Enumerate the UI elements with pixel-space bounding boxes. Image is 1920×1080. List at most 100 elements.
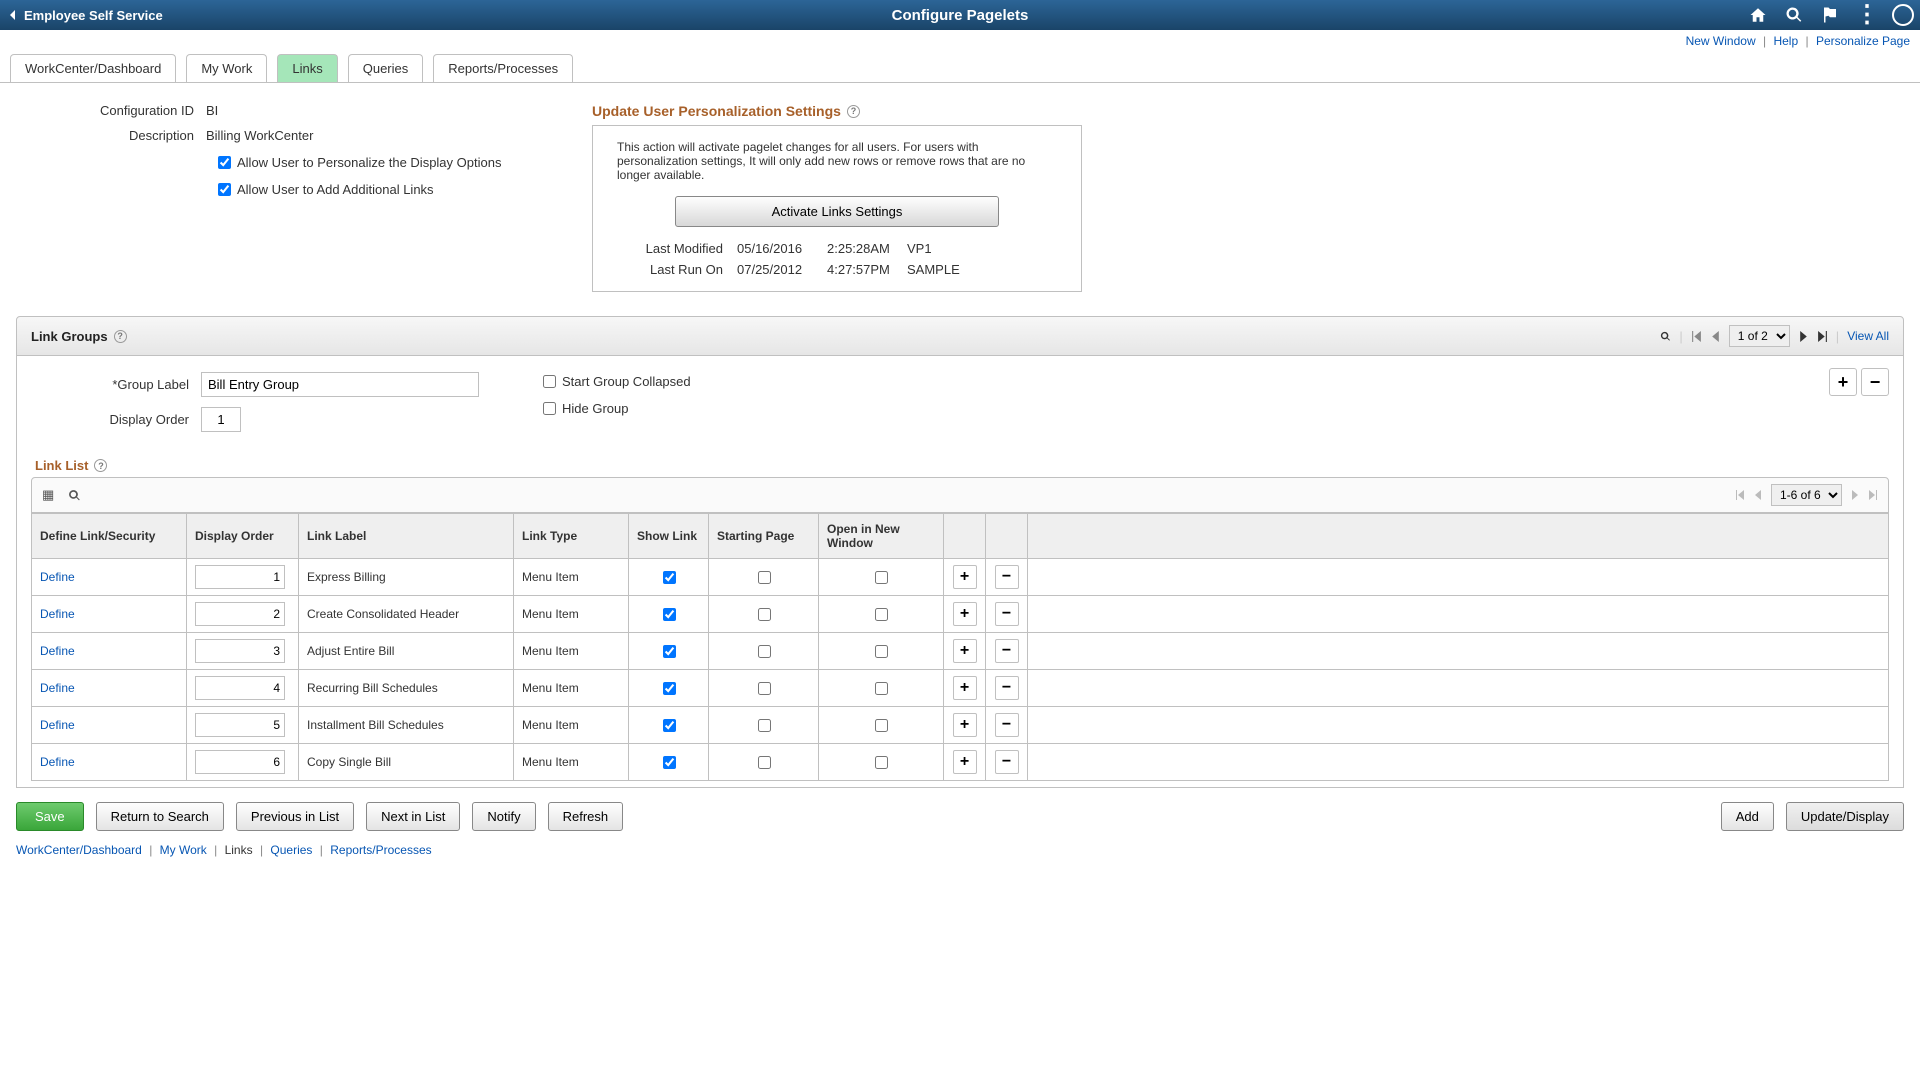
search-icon[interactable] [1660, 331, 1671, 342]
order-input[interactable] [195, 565, 285, 589]
remove-row-button[interactable]: − [995, 602, 1019, 626]
save-button[interactable]: Save [16, 802, 84, 831]
order-input[interactable] [195, 676, 285, 700]
menu-icon[interactable]: ⋮ [1856, 5, 1876, 25]
new-window-link[interactable]: New Window [1686, 34, 1756, 48]
search-icon[interactable] [1784, 5, 1804, 25]
new-window-checkbox[interactable] [875, 719, 888, 732]
refresh-button[interactable]: Refresh [548, 802, 624, 831]
last-icon[interactable] [1868, 490, 1878, 500]
show-link-checkbox[interactable] [663, 645, 676, 658]
add-row-button[interactable]: + [953, 639, 977, 663]
start-collapsed-checkbox[interactable] [543, 375, 556, 388]
notify-button[interactable]: Notify [472, 802, 535, 831]
allow-personalize-checkbox[interactable] [218, 156, 231, 169]
define-link[interactable]: Define [40, 570, 75, 584]
tab-links[interactable]: Links [277, 54, 337, 82]
col-label: Link Label [299, 514, 514, 559]
new-window-checkbox[interactable] [875, 756, 888, 769]
help-icon[interactable]: ? [94, 459, 107, 472]
last-icon[interactable] [1817, 331, 1828, 342]
display-order-input[interactable] [201, 407, 241, 432]
list-pager[interactable]: 1-6 of 6 [1771, 484, 1842, 506]
help-icon[interactable]: ? [114, 330, 127, 343]
remove-row-button[interactable]: − [995, 639, 1019, 663]
show-link-checkbox[interactable] [663, 608, 676, 621]
bc-workcenter[interactable]: WorkCenter/Dashboard [16, 843, 142, 857]
order-input[interactable] [195, 750, 285, 774]
add-row-button[interactable]: + [953, 565, 977, 589]
previous-button[interactable]: Previous in List [236, 802, 354, 831]
prev-icon[interactable] [1753, 490, 1763, 500]
back-nav[interactable]: Employee Self Service [8, 8, 163, 23]
tab-queries[interactable]: Queries [348, 54, 424, 82]
starting-page-checkbox[interactable] [758, 682, 771, 695]
define-link[interactable]: Define [40, 607, 75, 621]
remove-row-button[interactable]: − [995, 565, 1019, 589]
show-link-checkbox[interactable] [663, 682, 676, 695]
add-button[interactable]: Add [1721, 802, 1774, 831]
help-icon[interactable]: ? [847, 105, 860, 118]
profile-icon[interactable] [1892, 4, 1914, 26]
update-display-button[interactable]: Update/Display [1786, 802, 1904, 831]
starting-page-checkbox[interactable] [758, 756, 771, 769]
help-link[interactable]: Help [1773, 34, 1798, 48]
add-row-button[interactable]: + [953, 750, 977, 774]
bc-queries[interactable]: Queries [270, 843, 312, 857]
tab-reports[interactable]: Reports/Processes [433, 54, 573, 82]
bc-mywork[interactable]: My Work [160, 843, 207, 857]
col-define: Define Link/Security [32, 514, 187, 559]
search-icon[interactable] [68, 489, 81, 502]
next-icon[interactable] [1798, 331, 1809, 342]
col-type: Link Type [514, 514, 629, 559]
remove-row-button[interactable]: − [995, 750, 1019, 774]
first-icon[interactable] [1691, 331, 1702, 342]
table-row: DefineExpress BillingMenu Item+− [32, 559, 1889, 596]
add-row-button[interactable]: + [953, 602, 977, 626]
bc-reports[interactable]: Reports/Processes [330, 843, 431, 857]
remove-group-button[interactable]: − [1861, 368, 1889, 396]
activate-links-button[interactable]: Activate Links Settings [675, 196, 999, 227]
define-link[interactable]: Define [40, 681, 75, 695]
prev-icon[interactable] [1710, 331, 1721, 342]
order-input[interactable] [195, 639, 285, 663]
hide-group-checkbox[interactable] [543, 402, 556, 415]
new-window-checkbox[interactable] [875, 682, 888, 695]
tab-mywork[interactable]: My Work [186, 54, 267, 82]
remove-row-button[interactable]: − [995, 713, 1019, 737]
first-icon[interactable] [1735, 490, 1745, 500]
show-link-checkbox[interactable] [663, 571, 676, 584]
tab-workcenter[interactable]: WorkCenter/Dashboard [10, 54, 176, 82]
define-link[interactable]: Define [40, 718, 75, 732]
next-icon[interactable] [1850, 490, 1860, 500]
new-window-checkbox[interactable] [875, 608, 888, 621]
flag-icon[interactable] [1820, 5, 1840, 25]
view-all-link[interactable]: View All [1847, 329, 1889, 343]
starting-page-checkbox[interactable] [758, 571, 771, 584]
starting-page-checkbox[interactable] [758, 645, 771, 658]
add-row-button[interactable]: + [953, 713, 977, 737]
remove-row-button[interactable]: − [995, 676, 1019, 700]
starting-page-checkbox[interactable] [758, 719, 771, 732]
show-link-checkbox[interactable] [663, 756, 676, 769]
table-row: DefineAdjust Entire BillMenu Item+− [32, 633, 1889, 670]
personalize-page-link[interactable]: Personalize Page [1816, 34, 1910, 48]
order-input[interactable] [195, 713, 285, 737]
add-group-button[interactable]: + [1829, 368, 1857, 396]
allow-addlinks-checkbox[interactable] [218, 183, 231, 196]
next-button[interactable]: Next in List [366, 802, 460, 831]
home-icon[interactable] [1748, 5, 1768, 25]
show-link-checkbox[interactable] [663, 719, 676, 732]
group-label-input[interactable] [201, 372, 479, 397]
add-row-button[interactable]: + [953, 676, 977, 700]
starting-page-checkbox[interactable] [758, 608, 771, 621]
grid-settings-icon[interactable]: ▦ [42, 487, 54, 503]
define-link[interactable]: Define [40, 644, 75, 658]
return-button[interactable]: Return to Search [96, 802, 224, 831]
bottom-bar: Save Return to Search Previous in List N… [16, 788, 1904, 839]
group-pager[interactable]: 1 of 2 [1729, 325, 1790, 347]
new-window-checkbox[interactable] [875, 645, 888, 658]
define-link[interactable]: Define [40, 755, 75, 769]
new-window-checkbox[interactable] [875, 571, 888, 584]
order-input[interactable] [195, 602, 285, 626]
